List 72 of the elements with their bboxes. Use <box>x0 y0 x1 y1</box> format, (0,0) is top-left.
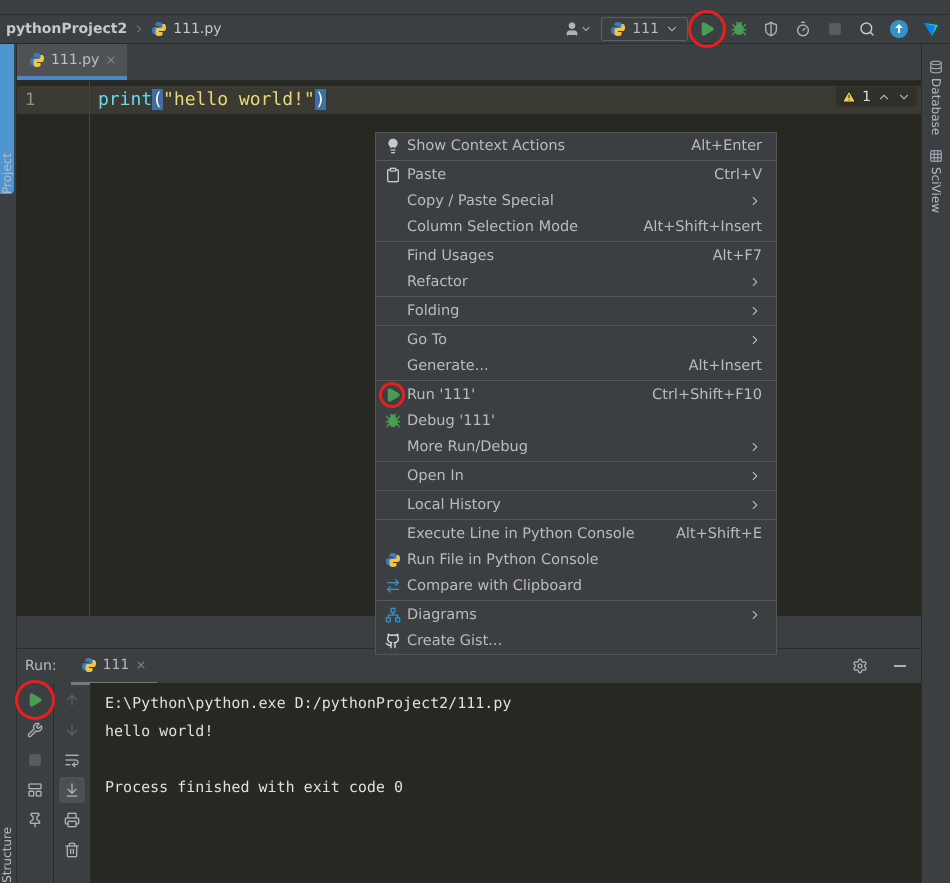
menu-item[interactable]: Compare with Clipboard <box>376 573 776 599</box>
file-breadcrumb[interactable]: 111.py <box>173 21 222 37</box>
scroll-to-end-button[interactable] <box>59 777 85 803</box>
menu-item[interactable]: Generate... Alt+Insert <box>376 353 776 379</box>
play-icon <box>699 21 715 37</box>
menu-item[interactable]: Go To <box>376 327 776 353</box>
arrows-icon <box>385 578 401 594</box>
shield-icon <box>763 21 779 37</box>
python-icon <box>610 21 626 37</box>
trash-icon <box>64 842 80 858</box>
menu-item[interactable]: Refactor <box>376 269 776 295</box>
diagram-icon <box>385 607 401 623</box>
menu-item[interactable]: Run File in Python Console <box>376 547 776 573</box>
search-icon <box>859 21 875 37</box>
stop-icon <box>828 22 842 36</box>
console-line: hello world! <box>105 721 214 742</box>
scroll-end-icon <box>64 782 80 798</box>
menu-item[interactable]: Local History <box>376 492 776 518</box>
annotation-circle <box>688 10 726 48</box>
python-icon <box>151 21 168 37</box>
panel-title: Run: <box>25 658 57 674</box>
menu-item[interactable]: Show Context Actions Alt+Enter <box>376 133 776 159</box>
menu-item[interactable]: Folding <box>376 298 776 324</box>
timer-icon <box>795 21 811 37</box>
python-icon <box>29 52 45 68</box>
annotation-circle <box>379 382 405 408</box>
editor-tab[interactable]: 111.py <box>17 44 128 80</box>
warning-icon <box>842 90 856 104</box>
menu-item[interactable]: Execute Line in Python Console Alt+Shift+E <box>376 521 776 547</box>
database-icon <box>929 60 943 74</box>
menu-item[interactable]: Paste Ctrl+V <box>376 162 776 188</box>
structure-tool-tab[interactable]: Structure <box>0 827 16 883</box>
settings-icon <box>852 658 868 674</box>
logo-icon <box>922 20 940 38</box>
python-icon <box>80 656 97 672</box>
menu-item[interactable]: Column Selection Mode Alt+Shift+Insert <box>376 214 776 240</box>
python-icon <box>385 552 401 568</box>
pin-icon <box>27 812 43 828</box>
user-icon <box>564 21 580 37</box>
tool-window-tab[interactable]: SciView <box>929 167 943 214</box>
wrench-icon <box>27 722 43 738</box>
grid-icon <box>929 149 943 164</box>
clipboard-icon <box>385 167 401 183</box>
play-icon <box>385 387 401 403</box>
menu-item[interactable]: Find Usages Alt+F7 <box>376 243 776 269</box>
menu-item[interactable]: Run '111' Ctrl+Shift+F10 <box>376 382 776 408</box>
play-icon <box>27 692 43 708</box>
annotation-circle <box>15 680 55 720</box>
menu-item[interactable]: Create Gist... <box>376 628 776 654</box>
layout-icon <box>27 782 43 798</box>
close-icon <box>105 54 118 66</box>
wrap-icon <box>64 752 80 768</box>
project-breadcrumb[interactable]: pythonProject2 <box>6 21 128 37</box>
warning-indicator[interactable]: 1 <box>836 87 917 107</box>
menu-item[interactable]: Open In <box>376 463 776 489</box>
line-number: 1 <box>17 86 89 114</box>
menu-item[interactable]: More Run/Debug <box>376 434 776 460</box>
close-icon <box>135 658 148 670</box>
console-line: E:\Python\python.exe D:/pythonProject2/111.py <box>105 693 512 714</box>
tool-window-tab[interactable]: Database <box>929 78 943 136</box>
menu-item[interactable]: Diagrams <box>376 602 776 628</box>
upload-icon <box>890 20 908 38</box>
bug-icon <box>731 21 747 37</box>
bug-icon <box>385 413 401 429</box>
console-line: Process finished with exit code 0 <box>105 777 404 798</box>
menu-item[interactable]: Debug '111' <box>376 408 776 434</box>
github-icon <box>385 633 401 649</box>
run-configuration-dropdown[interactable]: 111 <box>601 17 688 41</box>
printer-icon <box>64 812 80 828</box>
stop-icon <box>28 753 42 767</box>
minus-icon <box>894 665 906 667</box>
menu-item[interactable]: Copy / Paste Special <box>376 188 776 214</box>
